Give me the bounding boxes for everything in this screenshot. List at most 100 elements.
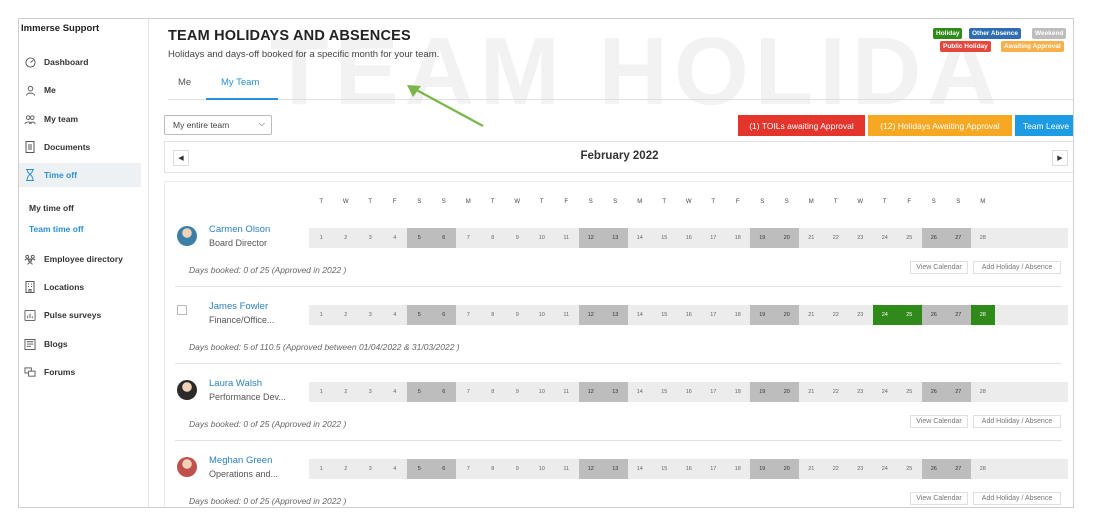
day-cell[interactable]: 14 [628,305,653,325]
day-cell[interactable]: 10 [530,305,555,325]
day-cell[interactable]: 13 [603,305,628,325]
day-cell[interactable]: 24 [872,305,897,325]
day-cell[interactable]: 10 [530,382,555,402]
day-cell[interactable]: 4 [383,382,408,402]
team-filter-select[interactable]: My entire team ⌵ [164,115,272,135]
day-cell[interactable]: 2 [334,305,359,325]
view-calendar-button[interactable]: View Calendar [910,261,968,274]
day-cell[interactable]: 22 [824,459,849,479]
day-cell[interactable]: 9 [505,382,530,402]
sidebar-item-locations[interactable]: Locations [19,275,141,299]
day-cell[interactable]: 25 [897,305,922,325]
day-cell[interactable]: 28 [971,459,996,479]
day-cell[interactable]: 19 [750,459,775,479]
day-cell[interactable]: 18 [726,305,751,325]
day-cell[interactable]: 12 [578,459,603,479]
day-cell[interactable]: 15 [652,228,677,248]
day-cell[interactable]: 25 [897,382,922,402]
day-cell[interactable]: 12 [578,382,603,402]
day-cell[interactable]: 6 [431,305,456,325]
sidebar-item-pulse-surveys[interactable]: Pulse surveys [19,303,141,327]
day-cell[interactable]: 20 [774,228,799,248]
day-cell[interactable]: 23 [848,228,873,248]
day-cell[interactable]: 16 [677,459,702,479]
day-cell[interactable]: 5 [407,382,432,402]
day-cell[interactable]: 14 [628,382,653,402]
day-cell[interactable]: 14 [628,228,653,248]
sidebar-item-me[interactable]: Me [19,78,141,102]
employee-name[interactable]: Meghan Green [209,455,272,466]
day-cell[interactable]: 18 [726,382,751,402]
day-cell[interactable]: 11 [554,382,579,402]
day-cell[interactable]: 19 [750,382,775,402]
day-cell[interactable]: 17 [701,305,726,325]
day-cell[interactable]: 19 [750,228,775,248]
day-cell[interactable]: 11 [554,459,579,479]
sidebar-item-time-off[interactable]: Time off [19,163,141,187]
sidebar-item-dashboard[interactable]: Dashboard [19,50,141,74]
day-cell[interactable]: 11 [554,228,579,248]
day-cell[interactable]: 5 [407,228,432,248]
day-cell[interactable]: 9 [505,228,530,248]
day-cell[interactable]: 23 [848,459,873,479]
day-cell[interactable]: 23 [848,382,873,402]
sidebar-item-employee-directory[interactable]: Employee directory [19,247,141,271]
day-cell[interactable]: 8 [481,459,506,479]
sidebar-item-documents[interactable]: Documents [19,135,141,159]
day-cell[interactable]: 20 [774,305,799,325]
day-cell[interactable]: 20 [774,459,799,479]
day-cell[interactable]: 8 [481,305,506,325]
tab-me[interactable]: Me [178,77,191,88]
day-cell[interactable]: 3 [358,382,383,402]
view-calendar-button[interactable]: View Calendar [910,492,968,505]
add-holiday-button[interactable]: Add Holiday / Absence [973,261,1061,274]
day-cell[interactable]: 6 [431,228,456,248]
day-cell[interactable]: 1 [309,459,334,479]
day-cell[interactable]: 16 [677,382,702,402]
sidebar-subitem-my-time-off[interactable]: My time off [29,203,74,213]
day-cell[interactable]: 2 [334,228,359,248]
day-cell[interactable]: 28 [971,228,996,248]
day-cell[interactable]: 22 [824,305,849,325]
day-cell[interactable]: 2 [334,382,359,402]
day-cell[interactable]: 22 [824,228,849,248]
day-cell[interactable]: 26 [921,228,946,248]
day-cell[interactable]: 8 [481,382,506,402]
day-cell[interactable]: 7 [456,305,481,325]
employee-name[interactable]: James Fowler [209,301,268,312]
day-cell[interactable]: 26 [921,382,946,402]
day-cell[interactable]: 14 [628,459,653,479]
day-cell[interactable]: 26 [921,305,946,325]
day-cell[interactable]: 23 [848,305,873,325]
day-cell[interactable]: 7 [456,228,481,248]
day-cell[interactable]: 1 [309,228,334,248]
day-cell[interactable]: 4 [383,228,408,248]
day-cell[interactable]: 18 [726,459,751,479]
day-cell[interactable]: 9 [505,305,530,325]
sidebar-item-blogs[interactable]: Blogs [19,332,141,356]
day-cell[interactable]: 13 [603,459,628,479]
day-cell[interactable]: 27 [946,382,971,402]
day-cell[interactable]: 13 [603,228,628,248]
day-cell[interactable]: 15 [652,305,677,325]
day-cell[interactable]: 10 [530,459,555,479]
day-cell[interactable]: 11 [554,305,579,325]
day-cell[interactable]: 26 [921,459,946,479]
tab-my-team[interactable]: My Team [221,77,259,88]
team-leave-button[interactable]: Team Leave [1015,115,1073,136]
view-calendar-button[interactable]: View Calendar [910,415,968,428]
day-cell[interactable]: 7 [456,382,481,402]
day-cell[interactable]: 9 [505,459,530,479]
sidebar-item-my-team[interactable]: My team [19,107,141,131]
add-holiday-button[interactable]: Add Holiday / Absence [973,492,1061,505]
day-cell[interactable]: 15 [652,382,677,402]
day-cell[interactable]: 20 [774,382,799,402]
day-cell[interactable]: 21 [799,382,824,402]
day-cell[interactable]: 12 [578,305,603,325]
day-cell[interactable]: 21 [799,228,824,248]
day-cell[interactable]: 1 [309,305,334,325]
day-cell[interactable]: 28 [971,382,996,402]
day-cell[interactable]: 5 [407,459,432,479]
sidebar-item-forums[interactable]: Forums [19,360,141,384]
day-cell[interactable]: 21 [799,459,824,479]
